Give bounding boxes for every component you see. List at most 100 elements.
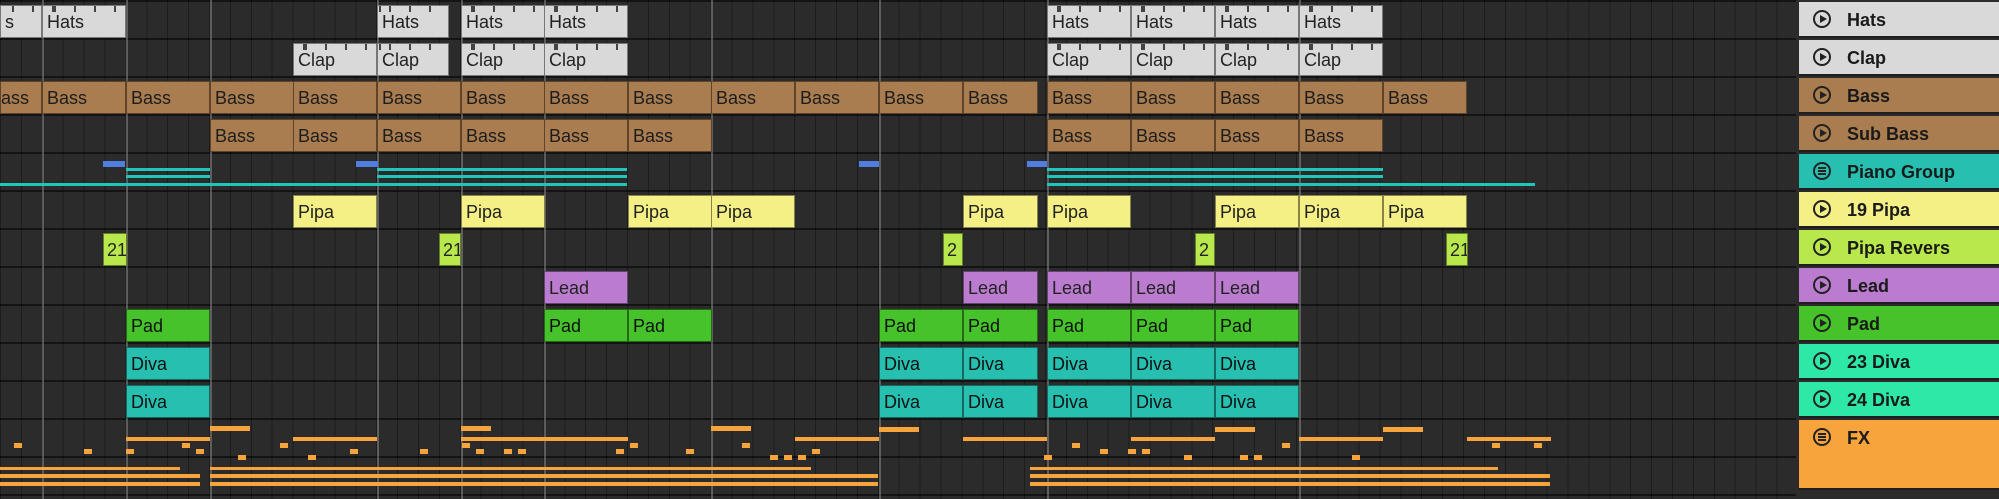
clip-pipa[interactable]: Pipa: [711, 195, 795, 228]
group-icon[interactable]: [1813, 162, 1831, 180]
track-header-clap[interactable]: Clap: [1799, 40, 1999, 76]
fx-group-lane[interactable]: [0, 423, 1796, 499]
clip-bass[interactable]: Bass: [377, 81, 461, 114]
clip-pipa[interactable]: Pipa: [963, 195, 1038, 228]
clip-clap[interactable]: Clap: [544, 43, 628, 76]
track-header-fx[interactable]: FX: [1799, 420, 1999, 490]
track-header-diva24[interactable]: 24 Diva: [1799, 382, 1999, 418]
clip-lead[interactable]: Lead: [1047, 271, 1131, 304]
clip-bass[interactable]: Bass: [1383, 81, 1467, 114]
play-icon[interactable]: [1813, 352, 1831, 370]
clip-pipa-reverse[interactable]: 21: [103, 233, 127, 266]
play-icon[interactable]: [1813, 200, 1831, 218]
clip-diva-24[interactable]: Diva: [1047, 385, 1131, 418]
clip-pad[interactable]: Pad: [879, 309, 963, 342]
clip-pipa[interactable]: Pipa: [1047, 195, 1131, 228]
clip-sub-bass[interactable]: Bass: [544, 119, 628, 152]
clip-pipa[interactable]: Pipa: [1383, 195, 1467, 228]
clip-pipa-reverse[interactable]: 21: [1446, 233, 1468, 266]
clip-bass[interactable]: Bass: [0, 81, 42, 114]
track-header-lead[interactable]: Lead: [1799, 268, 1999, 304]
clip-diva-24[interactable]: Diva: [1131, 385, 1215, 418]
clip-pad[interactable]: Pad: [1131, 309, 1215, 342]
clip-pad[interactable]: Pad: [1215, 309, 1299, 342]
play-icon[interactable]: [1813, 10, 1831, 28]
clip-diva-23[interactable]: Diva: [1131, 347, 1215, 380]
play-icon[interactable]: [1813, 124, 1831, 142]
clip-clap[interactable]: Clap: [1047, 43, 1131, 76]
play-icon[interactable]: [1813, 48, 1831, 66]
clip-clap[interactable]: Clap: [1299, 43, 1383, 76]
clip-bass[interactable]: Bass: [1215, 81, 1299, 114]
clip-lead[interactable]: Lead: [1215, 271, 1299, 304]
clip-bass[interactable]: Bass: [42, 81, 126, 114]
clip-pipa[interactable]: Pipa: [293, 195, 377, 228]
clip-bass[interactable]: Bass: [1299, 81, 1383, 114]
clip-hats[interactable]: Hats: [461, 5, 545, 38]
piano-group-clip[interactable]: [1047, 168, 1383, 171]
clip-bass[interactable]: Bass: [1047, 81, 1131, 114]
piano-group-clip[interactable]: [377, 183, 627, 186]
clip-diva-23[interactable]: Diva: [879, 347, 963, 380]
track-header-diva23[interactable]: 23 Diva: [1799, 344, 1999, 380]
clip-sub-bass[interactable]: Bass: [1131, 119, 1215, 152]
clip-sub-bass[interactable]: Bass: [210, 119, 294, 152]
clip-lead[interactable]: Lead: [544, 271, 628, 304]
clip-clap[interactable]: Clap: [377, 43, 449, 76]
clip-bass[interactable]: Bass: [461, 81, 545, 114]
clip-sub-bass[interactable]: Bass: [293, 119, 377, 152]
clip-bass[interactable]: Bass: [1131, 81, 1215, 114]
clip-pad[interactable]: Pad: [126, 309, 210, 342]
track-header-subbass[interactable]: Sub Bass: [1799, 116, 1999, 152]
play-icon[interactable]: [1813, 86, 1831, 104]
clip-bass[interactable]: Bass: [711, 81, 795, 114]
clip-pad[interactable]: Pad: [963, 309, 1038, 342]
clip-diva-24[interactable]: Diva: [1215, 385, 1299, 418]
clip-hats[interactable]: Hats: [377, 5, 449, 38]
clip-pipa[interactable]: Pipa: [461, 195, 545, 228]
piano-group-clip[interactable]: [377, 175, 627, 178]
clip-hats[interactable]: Hats: [1131, 5, 1215, 38]
clip-diva-24[interactable]: Diva: [879, 385, 963, 418]
clip-pipa-reverse[interactable]: 2: [1195, 233, 1215, 266]
clip-sub-bass[interactable]: Bass: [1047, 119, 1131, 152]
clip-sub-bass[interactable]: Bass: [628, 119, 712, 152]
track-header-bass[interactable]: Bass: [1799, 78, 1999, 114]
clip-diva-23[interactable]: Diva: [126, 347, 210, 380]
track-header-piano[interactable]: Piano Group: [1799, 154, 1999, 190]
piano-group-clip[interactable]: [377, 168, 627, 171]
clip-bass[interactable]: Bass: [628, 81, 712, 114]
clip-diva-23[interactable]: Diva: [963, 347, 1038, 380]
track-header-pipareverse[interactable]: Pipa Revers: [1799, 230, 1999, 266]
clip-diva-24[interactable]: Diva: [963, 385, 1038, 418]
clip-hats[interactable]: Hats: [1047, 5, 1131, 38]
piano-group-clip[interactable]: [1047, 183, 1535, 186]
clip-pad[interactable]: Pad: [544, 309, 628, 342]
piano-group-clip[interactable]: [126, 168, 210, 171]
clip-pipa[interactable]: Pipa: [628, 195, 712, 228]
clip-hats[interactable]: Hats: [1299, 5, 1383, 38]
track-header-pad[interactable]: Pad: [1799, 306, 1999, 342]
clip-hats[interactable]: Hats: [1215, 5, 1299, 38]
clip-clap[interactable]: Clap: [1131, 43, 1215, 76]
clip-sub-bass[interactable]: Bass: [377, 119, 461, 152]
piano-group-clip[interactable]: [1047, 175, 1383, 178]
clip-clap[interactable]: Clap: [1215, 43, 1299, 76]
clip-pad[interactable]: Pad: [628, 309, 712, 342]
clip-pad[interactable]: Pad: [1047, 309, 1131, 342]
arrangement-view[interactable]: s Hats Hats Hats Hats Hats Hats Hats Hat…: [0, 0, 1796, 499]
clip-bass[interactable]: Bass: [795, 81, 879, 114]
clip-hats[interactable]: Hats: [42, 5, 126, 38]
play-icon[interactable]: [1813, 314, 1831, 332]
clip-bass[interactable]: Bass: [544, 81, 628, 114]
clip-sub-bass[interactable]: Bass: [1299, 119, 1383, 152]
track-header-pipa[interactable]: 19 Pipa: [1799, 192, 1999, 228]
clip-bass[interactable]: Bass: [963, 81, 1038, 114]
clip-diva-24[interactable]: Diva: [126, 385, 210, 418]
clip-hats[interactable]: s: [0, 5, 42, 38]
play-icon[interactable]: [1813, 276, 1831, 294]
clip-lead[interactable]: Lead: [1131, 271, 1215, 304]
clip-diva-23[interactable]: Diva: [1047, 347, 1131, 380]
clip-pipa[interactable]: Pipa: [1215, 195, 1299, 228]
clip-pipa-reverse[interactable]: 21: [439, 233, 461, 266]
